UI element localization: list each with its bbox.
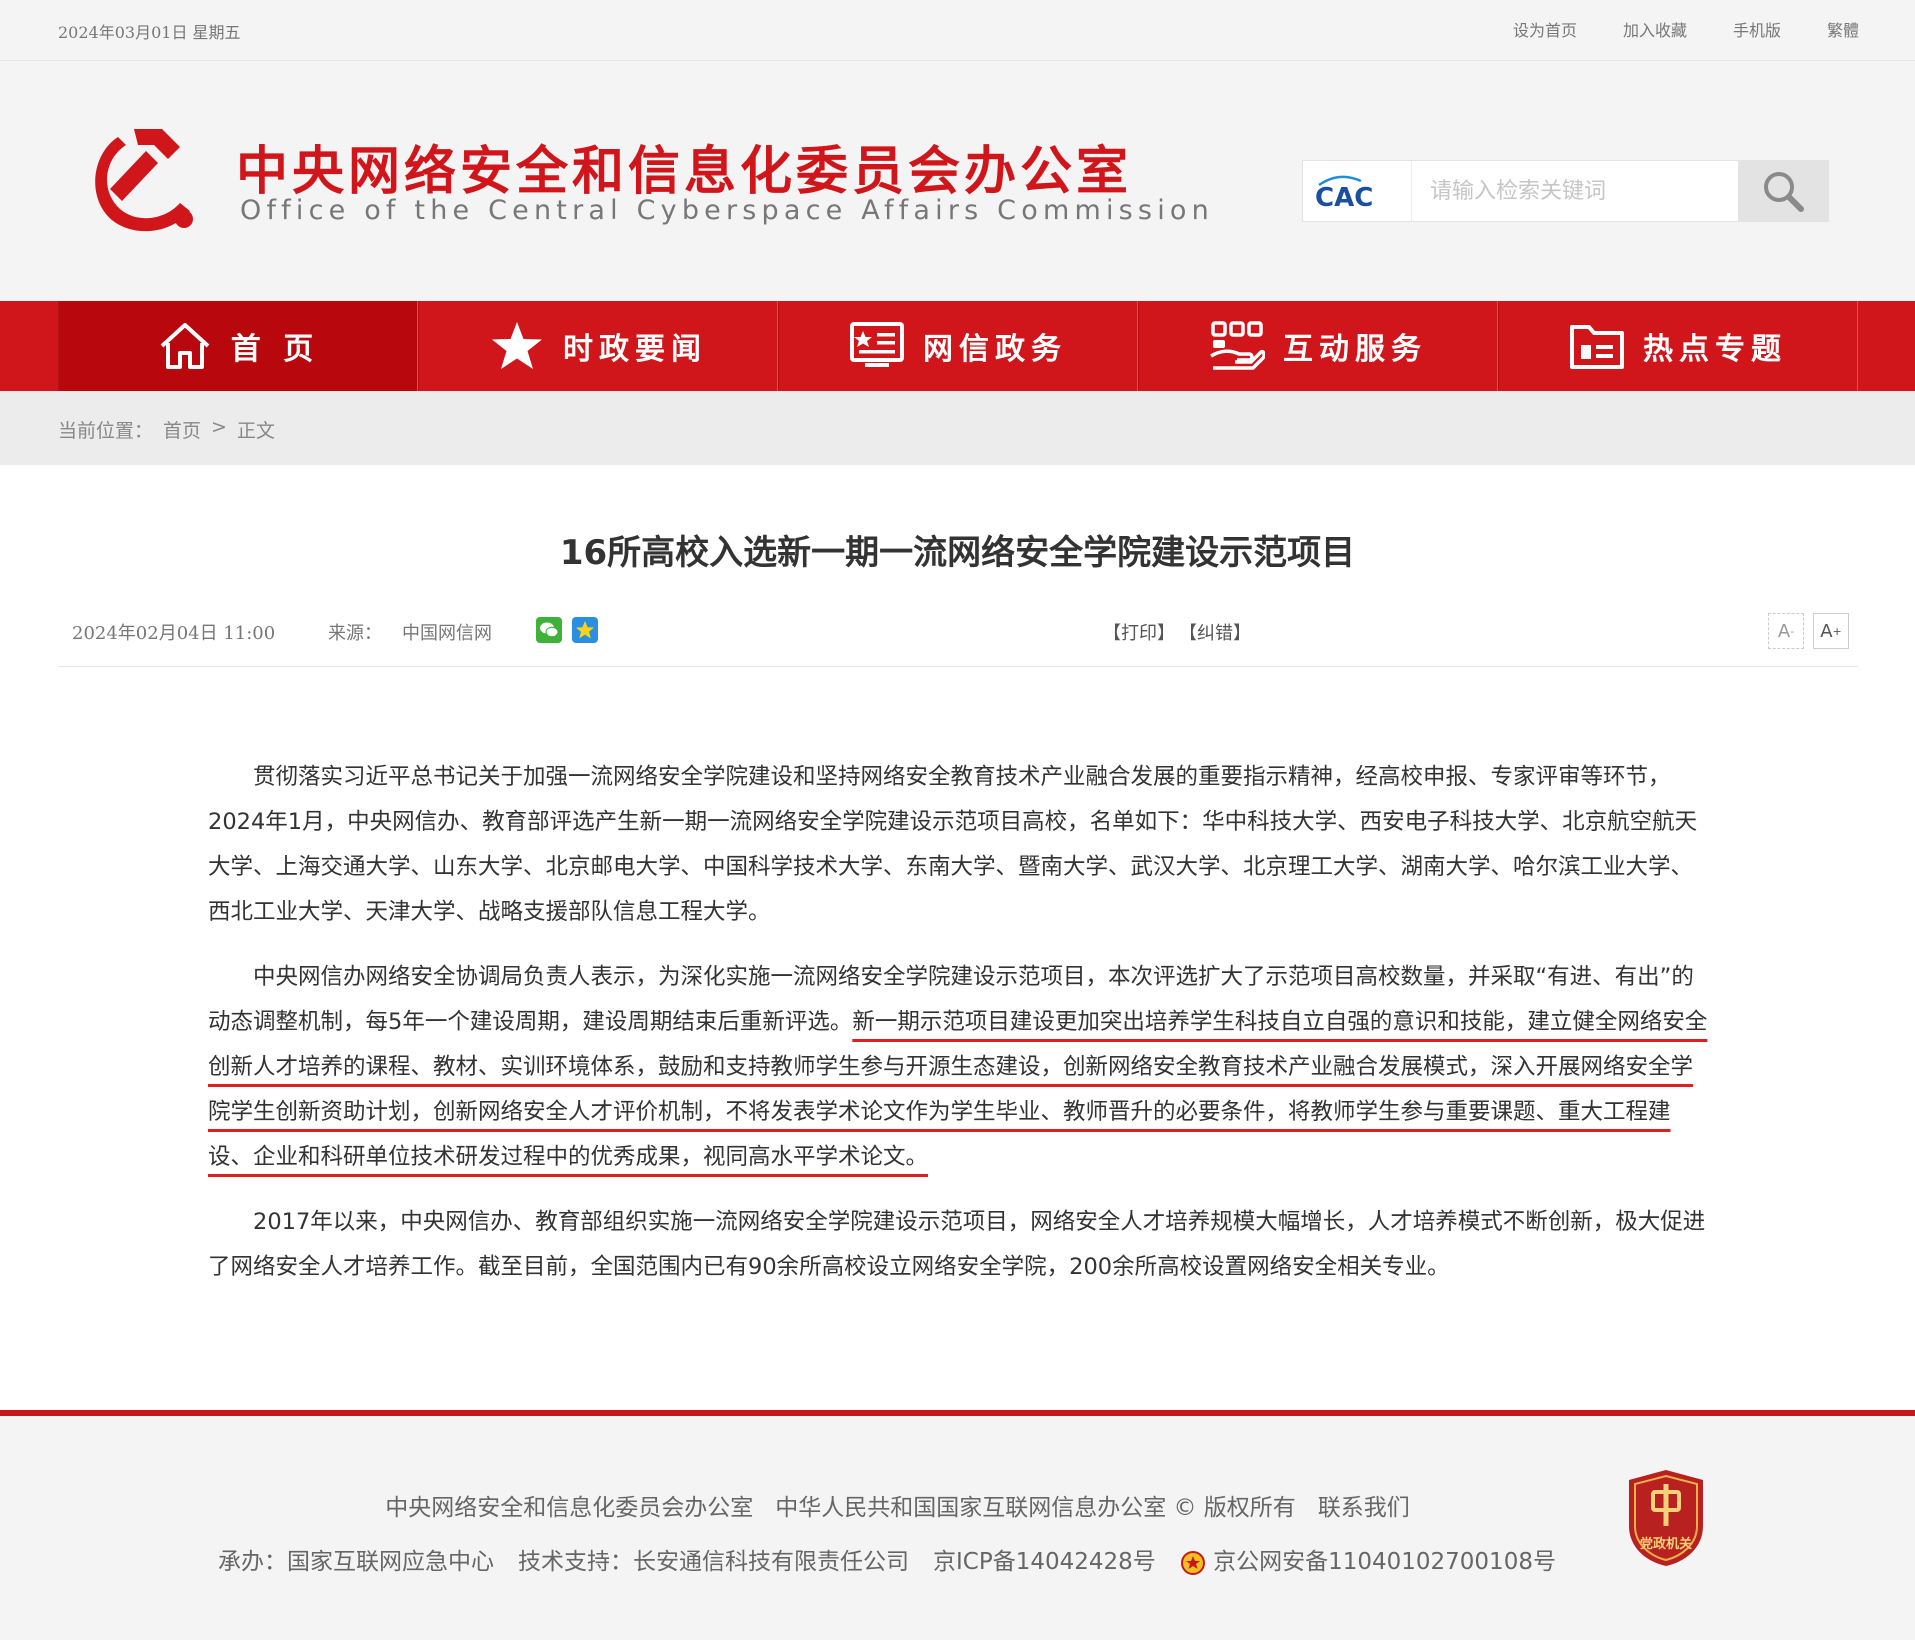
breadcrumb-prefix: 当前位置： [58, 420, 154, 442]
site-footer: 中央网络安全和信息化委员会办公室 中华人民共和国国家互联网信息办公室 © 版权所… [0, 1410, 1915, 1640]
search-input[interactable] [1411, 161, 1741, 221]
source-name: 中国网信网 [402, 623, 492, 644]
contact-us-link[interactable]: 联系我们 [1318, 1495, 1410, 1521]
set-homepage-link[interactable]: 设为首页 [1513, 17, 1577, 41]
bulletin-icon [849, 320, 905, 372]
article-tools: 【打印】 【纠错】 [1103, 619, 1251, 645]
breadcrumb-home-link[interactable]: 首页 [163, 416, 201, 443]
wechat-share-icon[interactable] [536, 617, 562, 643]
nav-item-affairs[interactable]: 网信政务 [778, 301, 1138, 391]
search-icon [1764, 172, 1804, 212]
nav-item-news[interactable]: 时政要闻 [418, 301, 778, 391]
article-paragraph: 中央网信办网络安全协调局负责人表示，为深化实施一流网络安全学院建设示范项目，本次… [208, 955, 1708, 1180]
footer-host: 承办：国家互联网应急中心 [218, 1549, 494, 1575]
nav-item-label: 时政要闻 [563, 332, 707, 367]
breadcrumb: 当前位置： 首页 > 正文 [0, 391, 1915, 465]
utility-links: 设为首页 加入收藏 手机版 繁體 [1513, 17, 1859, 41]
search-button[interactable] [1738, 161, 1828, 221]
qzone-share-icon[interactable] [572, 617, 598, 643]
font-increase-label: A [1820, 620, 1833, 642]
font-increase-button[interactable]: A + [1813, 613, 1849, 649]
site-subtitle: Office of the Central Cyberspace Affairs… [240, 195, 1214, 226]
publish-time: 2024年02月04日 11:00 [72, 623, 276, 644]
footer-org1: 中央网络安全和信息化委员会办公室 [385, 1495, 754, 1521]
breadcrumb-current: 正文 [236, 420, 275, 442]
article-title: 16所高校入选新一期一流网络安全学院建设示范项目 [559, 533, 1356, 573]
party-emblem-logo[interactable] [88, 119, 208, 239]
footer-tech-support: 技术支持：长安通信科技有限责任公司 [518, 1549, 909, 1575]
police-record-text: 京公网安备11040102700108号 [1213, 1549, 1556, 1575]
article-paragraph: 2017年以来，中央网信办、教育部组织实施一流网络安全学院建设示范项目，网络安全… [208, 1209, 1706, 1280]
breadcrumb-separator: > [211, 416, 227, 438]
home-icon [157, 320, 213, 372]
police-badge-icon [1180, 1550, 1205, 1575]
traditional-chinese-link[interactable]: 繁體 [1827, 17, 1859, 41]
footer-org2: 中华人民共和国国家互联网信息办公室 [775, 1495, 1167, 1521]
site-header: 中央网络安全和信息化委员会办公室 Office of the Central C… [0, 61, 1915, 301]
article-meta: 2024年02月04日 11:00 来源： 中国网信网 【打印】 【纠错】 A- [58, 595, 1858, 667]
report-error-link[interactable]: 【纠错】 [1179, 619, 1251, 645]
font-decrease-label: A [1777, 620, 1791, 642]
nav-item-label: 热点专题 [1643, 332, 1787, 367]
cac-logo-text: CAC [1315, 183, 1373, 211]
government-site-badge[interactable]: 党政机关 [1625, 1468, 1707, 1568]
mobile-version-link[interactable]: 手机版 [1733, 17, 1781, 41]
nav-item-services[interactable]: 互动服务 [1138, 301, 1498, 391]
nav-item-label: 互动服务 [1283, 332, 1427, 367]
main-nav: 首 页 时政要闻 网信政务 互动服务 热点专题 [0, 301, 1915, 391]
share-buttons [536, 617, 598, 643]
hand-service-icon [1209, 320, 1265, 372]
print-link[interactable]: 【打印】 [1103, 619, 1175, 645]
search-box: CAC [1302, 160, 1829, 222]
icp-link[interactable]: 京ICP备14042428号 [933, 1542, 1156, 1576]
cac-logo: CAC [1315, 175, 1373, 211]
top-utility-bar: 2024年03月01日 星期五 设为首页 加入收藏 手机版 繁體 [0, 0, 1915, 61]
folder-icon [1569, 320, 1625, 372]
badge-text: 党政机关 [1640, 1536, 1692, 1552]
current-date: 2024年03月01日 星期五 [58, 23, 241, 42]
star-icon [489, 320, 545, 372]
font-decrease-button[interactable]: A- [1768, 613, 1804, 649]
nav-item-topics[interactable]: 热点专题 [1498, 301, 1858, 391]
footer-info-line: 承办：国家互联网应急中心 技术支持：长安通信科技有限责任公司 京ICP备1404… [218, 1542, 1556, 1576]
site-title: 中央网络安全和信息化委员会办公室 [236, 142, 1133, 202]
footer-copyright: © 版权所有 [1173, 1495, 1296, 1521]
add-favorite-link[interactable]: 加入收藏 [1623, 17, 1687, 41]
nav-item-label: 首 页 [230, 332, 320, 367]
source-label: 来源： [328, 623, 382, 644]
article-main: 16所高校入选新一期一流网络安全学院建设示范项目 2024年02月04日 11:… [0, 465, 1915, 1410]
police-record[interactable]: 京公网安备11040102700108号 [1180, 1542, 1556, 1576]
nav-item-home[interactable]: 首 页 [58, 301, 418, 391]
article-body: 贯彻落实习近平总书记关于加强一流网络安全学院建设和坚持网络安全教育技术产业融合发… [208, 755, 1708, 1310]
article-paragraph: 贯彻落实习近平总书记关于加强一流网络安全学院建设和坚持网络安全教育技术产业融合发… [208, 764, 1698, 925]
nav-item-label: 网信政务 [923, 332, 1067, 367]
